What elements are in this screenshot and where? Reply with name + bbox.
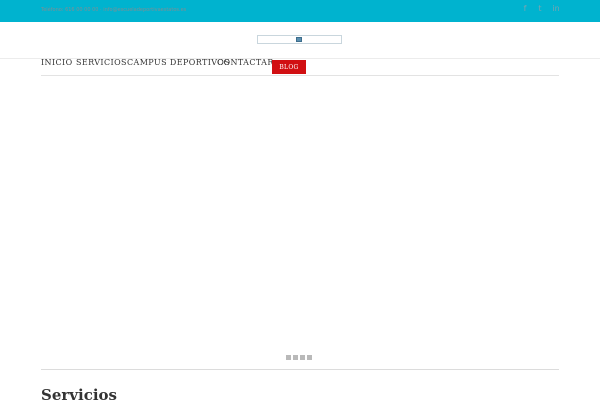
slider-dot-4[interactable]	[307, 355, 312, 360]
nav-item-campus-deportivos[interactable]: CAMPUS DEPORTIVOS	[127, 58, 230, 68]
site-logo[interactable]	[257, 35, 342, 44]
slider-dot-1[interactable]	[286, 355, 291, 360]
slider-dot-3[interactable]	[300, 355, 305, 360]
nav-item-contactar[interactable]: CONTACTAR	[217, 58, 274, 68]
contact-info: Teléfono: 616 00 00 00 · info@escueladep…	[41, 7, 187, 13]
facebook-icon[interactable]: f	[520, 3, 530, 13]
logo-image-icon	[296, 37, 302, 42]
slider-dot-2[interactable]	[293, 355, 298, 360]
twitter-icon[interactable]: t	[535, 3, 545, 13]
linkedin-icon[interactable]: in	[551, 3, 561, 13]
slider-pagination	[286, 355, 312, 360]
section-divider	[41, 369, 559, 370]
section-title-servicios: Servicios	[41, 386, 117, 404]
nav-item-servicios[interactable]: SERVICIOS	[76, 58, 127, 68]
top-bar: Teléfono: 616 00 00 00 · info@escueladep…	[0, 0, 600, 22]
hero-slider[interactable]	[41, 76, 559, 366]
nav-item-blog[interactable]: BLOG	[272, 60, 306, 74]
nav-item-inicio[interactable]: INICIO	[41, 58, 73, 68]
